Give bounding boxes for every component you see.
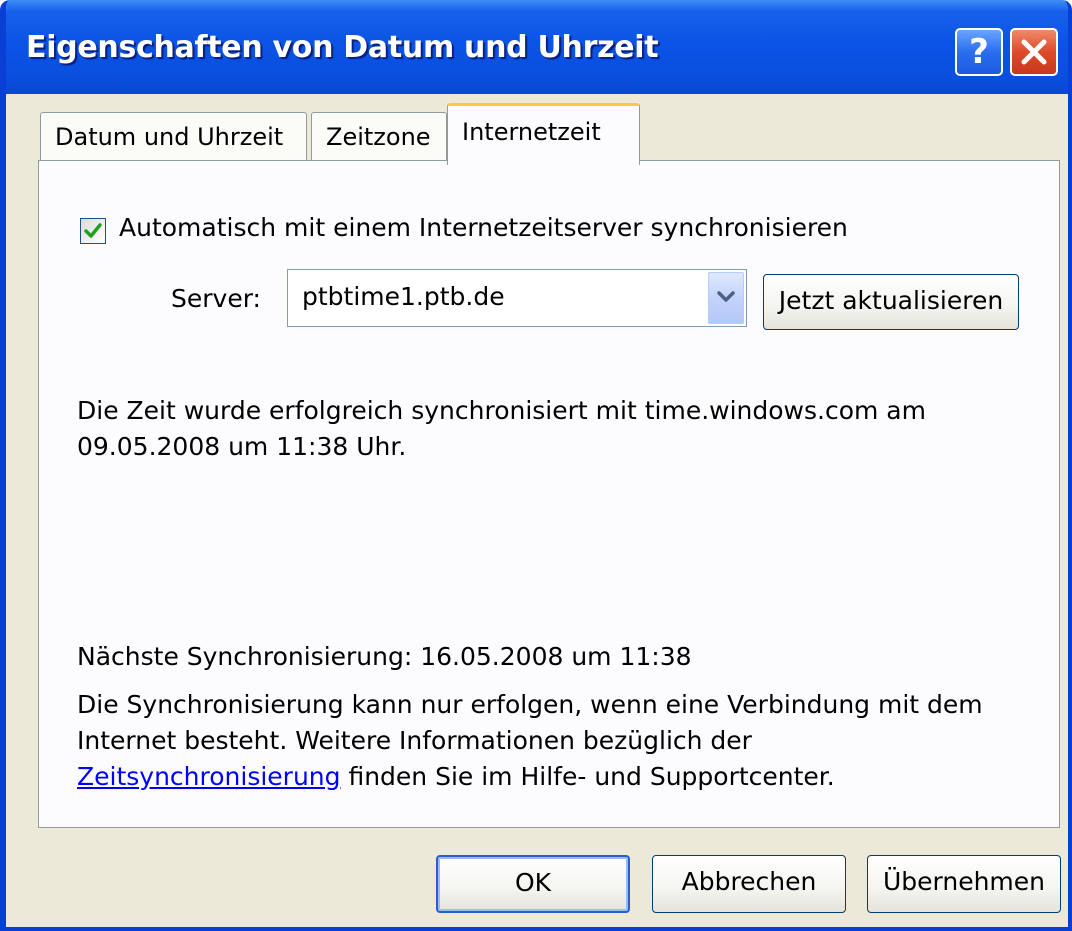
dialog-window: Eigenschaften von Datum und Uhrzeit ? Da… xyxy=(0,0,1072,931)
sync-status-line1: Die Zeit wurde erfolgreich synchronisier… xyxy=(77,396,926,425)
apply-button[interactable]: Übernehmen xyxy=(867,855,1061,913)
sync-status-line2: 09.05.2008 um 11:38 Uhr. xyxy=(77,432,407,461)
info-text: Die Synchronisierung kann nur erfolgen, … xyxy=(77,687,983,795)
close-button[interactable] xyxy=(1010,28,1058,76)
ok-button[interactable]: OK xyxy=(436,855,630,913)
chevron-down-icon xyxy=(717,291,735,302)
tab-zeitzone[interactable]: Zeitzone xyxy=(311,112,447,164)
cancel-button[interactable]: Abbrechen xyxy=(652,855,846,913)
server-combobox[interactable]: ptbtime1.ptb.de xyxy=(287,269,747,327)
info-line3-rest: finden Sie im Hilfe- und Supportcenter. xyxy=(340,762,835,791)
server-dropdown-button[interactable] xyxy=(708,272,744,324)
internetzeit-panel: Automatisch mit einem Internetzeitserver… xyxy=(38,160,1060,828)
close-icon xyxy=(1021,39,1047,65)
info-line2: Internet besteht. Weitere Informationen … xyxy=(77,726,752,755)
tab-datum-und-uhrzeit[interactable]: Datum und Uhrzeit xyxy=(40,112,307,164)
update-now-button[interactable]: Jetzt aktualisieren xyxy=(763,274,1019,330)
tab-internetzeit[interactable]: Internetzeit xyxy=(447,103,640,165)
info-line3: Zeitsynchronisierung finden Sie im Hilfe… xyxy=(77,759,983,795)
window-title: Eigenschaften von Datum und Uhrzeit xyxy=(26,30,659,65)
sync-status-text: Die Zeit wurde erfolgreich synchronisier… xyxy=(77,393,926,465)
server-value[interactable]: ptbtime1.ptb.de xyxy=(302,282,505,311)
checkmark-icon xyxy=(84,223,102,238)
info-line1: Die Synchronisierung kann nur erfolgen, … xyxy=(77,690,983,719)
next-sync-text: Nächste Synchronisierung: 16.05.2008 um … xyxy=(77,642,692,671)
auto-sync-label[interactable]: Automatisch mit einem Internetzeitserver… xyxy=(119,213,848,242)
title-bar[interactable]: Eigenschaften von Datum und Uhrzeit ? xyxy=(6,0,1068,94)
help-button[interactable]: ? xyxy=(955,28,1003,76)
time-sync-help-link[interactable]: Zeitsynchronisierung xyxy=(77,762,341,791)
auto-sync-checkbox[interactable] xyxy=(80,218,106,244)
server-label: Server: xyxy=(171,284,261,313)
